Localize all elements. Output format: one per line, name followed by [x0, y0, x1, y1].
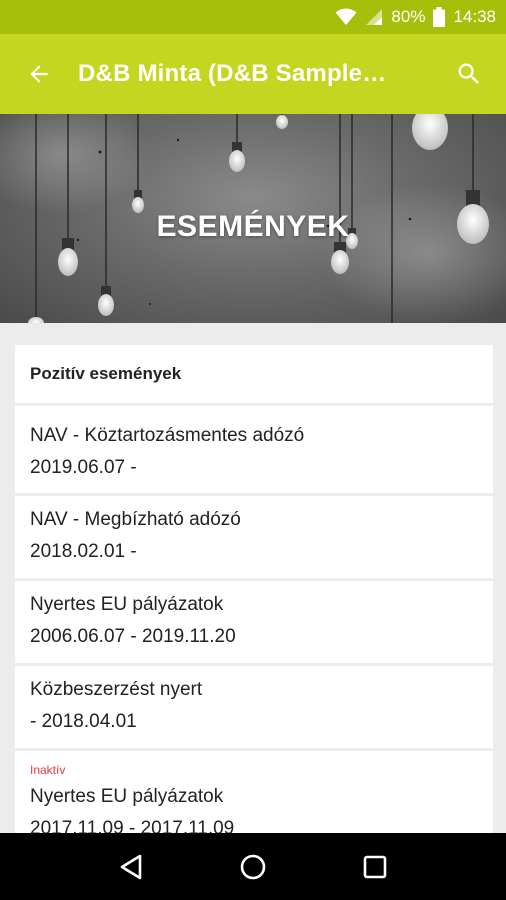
battery-percent: 80%	[391, 7, 426, 26]
event-name: NAV - Megbízható adózó	[30, 509, 241, 530]
recents-square-icon	[363, 855, 387, 878]
events-list: Pozitív események NAV - Köztartozásmente…	[15, 345, 493, 854]
list-item[interactable]: NAV - Megbízható adózó 2018.02.01 -	[15, 496, 493, 578]
list-item[interactable]: NAV - Köztartozásmentes adózó 2019.06.07…	[15, 406, 493, 493]
nav-recents-button[interactable]	[345, 837, 405, 897]
nav-back-button[interactable]	[101, 837, 161, 897]
arrow-left-icon	[30, 65, 48, 83]
event-date: 2018.02.01 -	[30, 541, 137, 562]
list-item[interactable]: Közbeszerzést nyert - 2018.04.01	[15, 666, 493, 748]
signal-icon	[365, 8, 383, 26]
section-header: Pozitív események	[15, 345, 493, 403]
hero-banner: ESEMÉNYEK	[0, 114, 506, 323]
status-bar: 80% 14:38	[0, 0, 506, 34]
nav-home-button[interactable]	[223, 837, 283, 897]
inactive-badge: Inaktív	[30, 763, 66, 777]
back-button[interactable]	[0, 34, 78, 114]
event-date: 2019.06.07 -	[30, 457, 137, 478]
screen: 80% 14:38 D&B Minta (D&B Sample… ESEMÉNY…	[0, 0, 506, 900]
home-circle-icon	[240, 854, 266, 879]
search-button[interactable]	[432, 34, 506, 114]
battery-icon	[433, 7, 446, 27]
event-name: NAV - Köztartozásmentes adózó	[30, 425, 305, 446]
list-item[interactable]: Nyertes EU pályázatok 2006.06.07 - 2019.…	[15, 581, 493, 663]
wifi-icon	[335, 8, 357, 26]
event-name: Nyertes EU pályázatok	[30, 594, 224, 615]
event-date: 2006.06.07 - 2019.11.20	[30, 626, 236, 647]
event-name: Nyertes EU pályázatok	[30, 786, 224, 807]
navigation-bar	[0, 833, 506, 900]
page-title: D&B Minta (D&B Sample…	[78, 60, 387, 87]
search-icon	[458, 63, 479, 84]
clock: 14:38	[453, 7, 496, 26]
hero-title: ESEMÉNYEK	[156, 209, 350, 243]
app-bar: D&B Minta (D&B Sample…	[0, 34, 506, 114]
event-name: Közbeszerzést nyert	[30, 679, 203, 700]
back-triangle-icon	[120, 854, 142, 879]
event-date: - 2018.04.01	[30, 711, 137, 732]
